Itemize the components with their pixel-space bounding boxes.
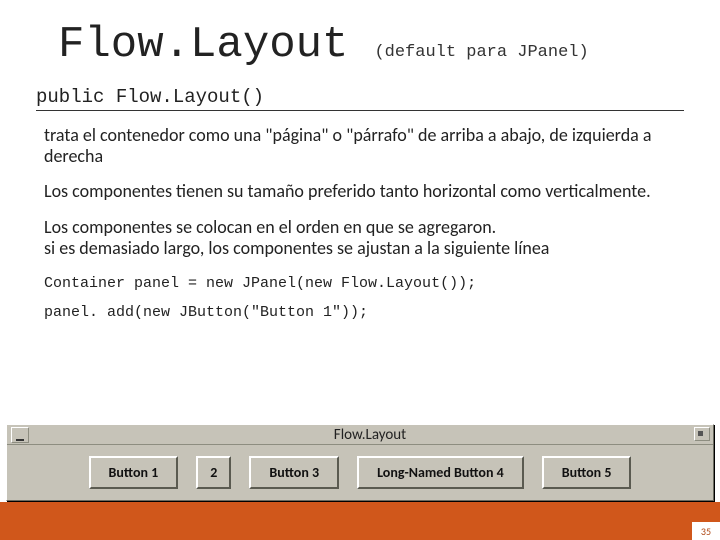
window-title: Flow.Layout	[29, 426, 711, 444]
code-line-2: panel. add(new JButton("Button 1"));	[44, 304, 680, 321]
button-3[interactable]: Button 3	[249, 456, 339, 489]
button-row: Button 1 2 Button 3 Long-Named Button 4 …	[7, 445, 713, 499]
button-5[interactable]: Button 5	[542, 456, 632, 489]
maximize-button[interactable]	[694, 427, 710, 441]
minimize-button[interactable]	[11, 427, 29, 443]
button-2[interactable]: 2	[196, 456, 231, 489]
paragraph-1: trata el contenedor como una "página" o …	[44, 125, 680, 167]
paragraph-2: Los componentes tienen su tamaño preferi…	[44, 181, 680, 202]
footer-bar	[0, 502, 720, 540]
example-window: Flow.Layout Button 1 2 Button 3 Long-Nam…	[6, 424, 714, 501]
button-4[interactable]: Long-Named Button 4	[357, 456, 524, 489]
paragraph-3: Los componentes se colocan en el orden e…	[44, 217, 680, 259]
title-note: (default para JPanel)	[374, 43, 588, 62]
code-line-1: Container panel = new JPanel(new Flow.La…	[44, 275, 680, 292]
button-1[interactable]: Button 1	[89, 456, 179, 489]
window-titlebar: Flow.Layout	[7, 425, 713, 445]
title-row: Flow.Layout (default para JPanel)	[0, 0, 720, 70]
slide-title: Flow.Layout	[58, 20, 348, 70]
page-number: 35	[692, 522, 720, 540]
constructor-signature: public Flow.Layout()	[36, 86, 264, 108]
constructor-row: public Flow.Layout()	[36, 86, 684, 111]
